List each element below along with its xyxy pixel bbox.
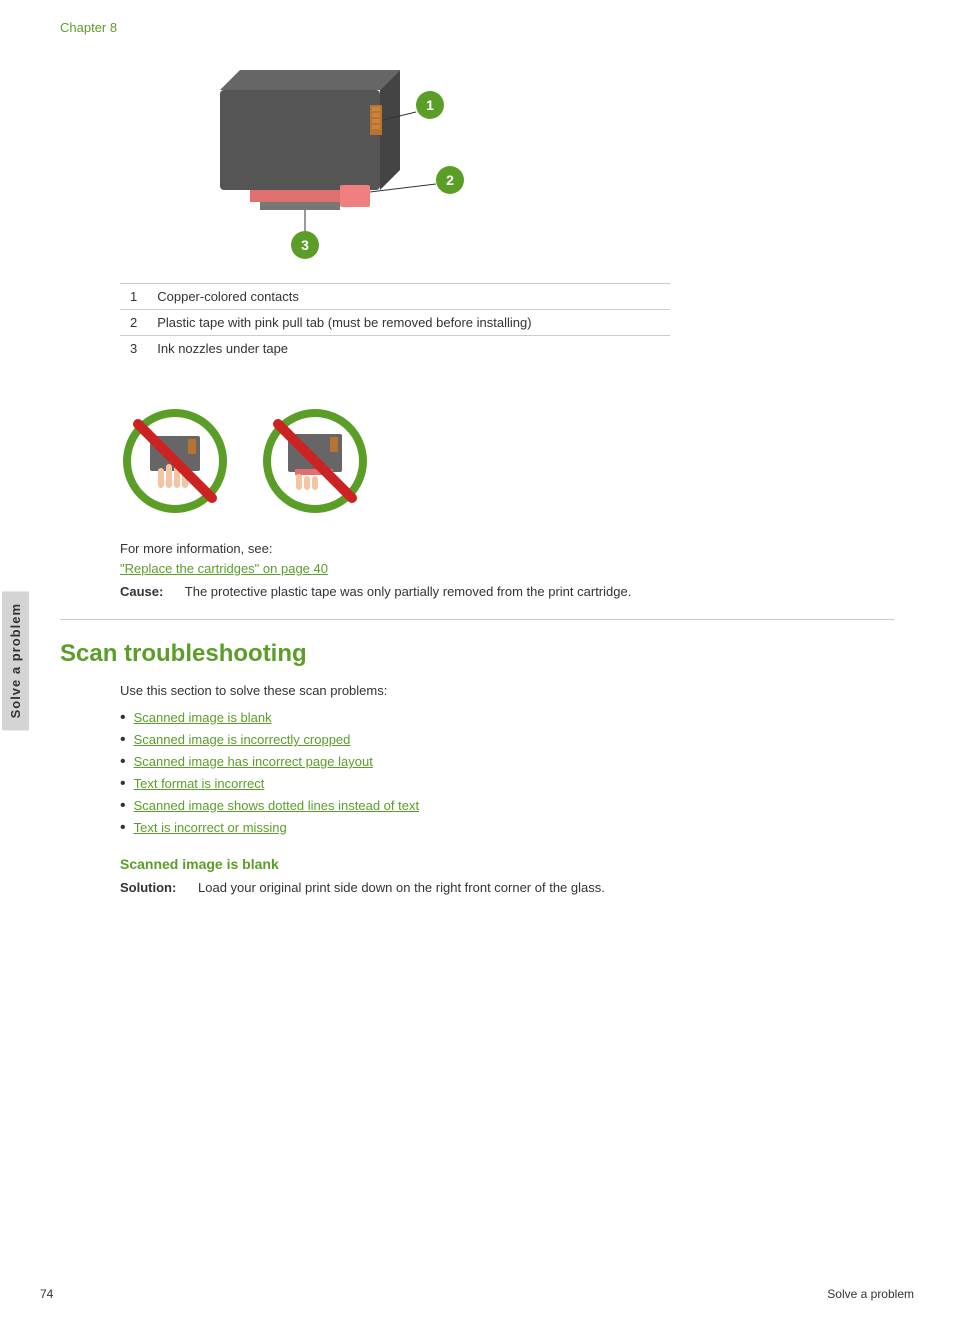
scan-link-3[interactable]: Scanned image has incorrect page layout [134, 754, 373, 769]
cause-label: Cause: [120, 584, 163, 599]
list-item: • Scanned image is blank [120, 710, 894, 726]
svg-text:2: 2 [446, 172, 454, 188]
list-item: • Scanned image has incorrect page layou… [120, 754, 894, 770]
solution-content: Load your original print side down on th… [198, 880, 605, 895]
bullet-dot: • [120, 820, 126, 836]
cause-text-content: The protective plastic tape was only par… [185, 584, 632, 599]
list-item: • Text format is incorrect [120, 776, 894, 792]
page-number: 74 [40, 1287, 53, 1301]
part-description: Plastic tape with pink pull tab (must be… [147, 310, 670, 336]
warning-symbol-2 [260, 406, 370, 516]
scan-link-1[interactable]: Scanned image is blank [134, 710, 272, 725]
replace-cartridges-link[interactable]: "Replace the cartridges" on page 40 [120, 561, 328, 576]
section-divider [60, 619, 894, 620]
bullet-dot: • [120, 710, 126, 726]
bullet-dot: • [120, 732, 126, 748]
bullet-dot: • [120, 776, 126, 792]
bullet-dot: • [120, 754, 126, 770]
page-footer: 74 Solve a problem [40, 1287, 914, 1301]
list-item: • Text is incorrect or missing [120, 820, 894, 836]
warning-images [120, 406, 894, 516]
for-more-info: For more information, see: "Replace the … [120, 541, 894, 599]
scan-link-5[interactable]: Scanned image shows dotted lines instead… [134, 798, 419, 813]
parts-table: 1 Copper-colored contacts 2 Plastic tape… [120, 283, 670, 361]
part-number: 2 [120, 310, 147, 336]
for-more-info-label: For more information, see: [120, 541, 894, 556]
cartridge-svg: 1 2 3 [120, 50, 500, 270]
sidebar: Solve a problem [0, 0, 30, 1321]
list-item: • Scanned image shows dotted lines inste… [120, 798, 894, 814]
main-content: Chapter 8 [40, 0, 954, 935]
printer-diagram: 1 2 3 1 Copper-colored contacts 2 Plasti… [120, 50, 894, 386]
warning-symbol-1 [120, 406, 230, 516]
footer-label: Solve a problem [827, 1287, 914, 1301]
cause-paragraph: Cause: The protective plastic tape was o… [120, 584, 894, 599]
table-row: 2 Plastic tape with pink pull tab (must … [120, 310, 670, 336]
scan-link-4[interactable]: Text format is incorrect [134, 776, 265, 791]
list-item: • Scanned image is incorrectly cropped [120, 732, 894, 748]
part-description: Copper-colored contacts [147, 284, 670, 310]
part-number: 3 [120, 336, 147, 362]
scan-link-6[interactable]: Text is incorrect or missing [134, 820, 287, 835]
scan-problems-list: • Scanned image is blank • Scanned image… [120, 710, 894, 836]
solution-label: Solution: [120, 880, 176, 895]
svg-text:3: 3 [301, 237, 309, 253]
printer-illustration: 1 2 3 [120, 50, 500, 273]
sub-section-heading: Scanned image is blank [120, 856, 894, 872]
solution-text: Solution: Load your original print side … [120, 880, 894, 895]
bullet-dot: • [120, 798, 126, 814]
scan-troubleshooting-title: Scan troubleshooting [60, 640, 894, 668]
scan-link-2[interactable]: Scanned image is incorrectly cropped [134, 732, 351, 747]
svg-text:1: 1 [426, 97, 434, 113]
table-row: 3 Ink nozzles under tape [120, 336, 670, 362]
part-description: Ink nozzles under tape [147, 336, 670, 362]
table-row: 1 Copper-colored contacts [120, 284, 670, 310]
part-number: 1 [120, 284, 147, 310]
chapter-heading: Chapter 8 [60, 20, 894, 35]
sidebar-label: Solve a problem [2, 591, 29, 730]
scanned-image-blank-section: Scanned image is blank Solution: Load yo… [60, 856, 894, 895]
section-intro: Use this section to solve these scan pro… [120, 683, 894, 698]
scan-troubleshooting-section: Scan troubleshooting Use this section to… [60, 640, 894, 895]
